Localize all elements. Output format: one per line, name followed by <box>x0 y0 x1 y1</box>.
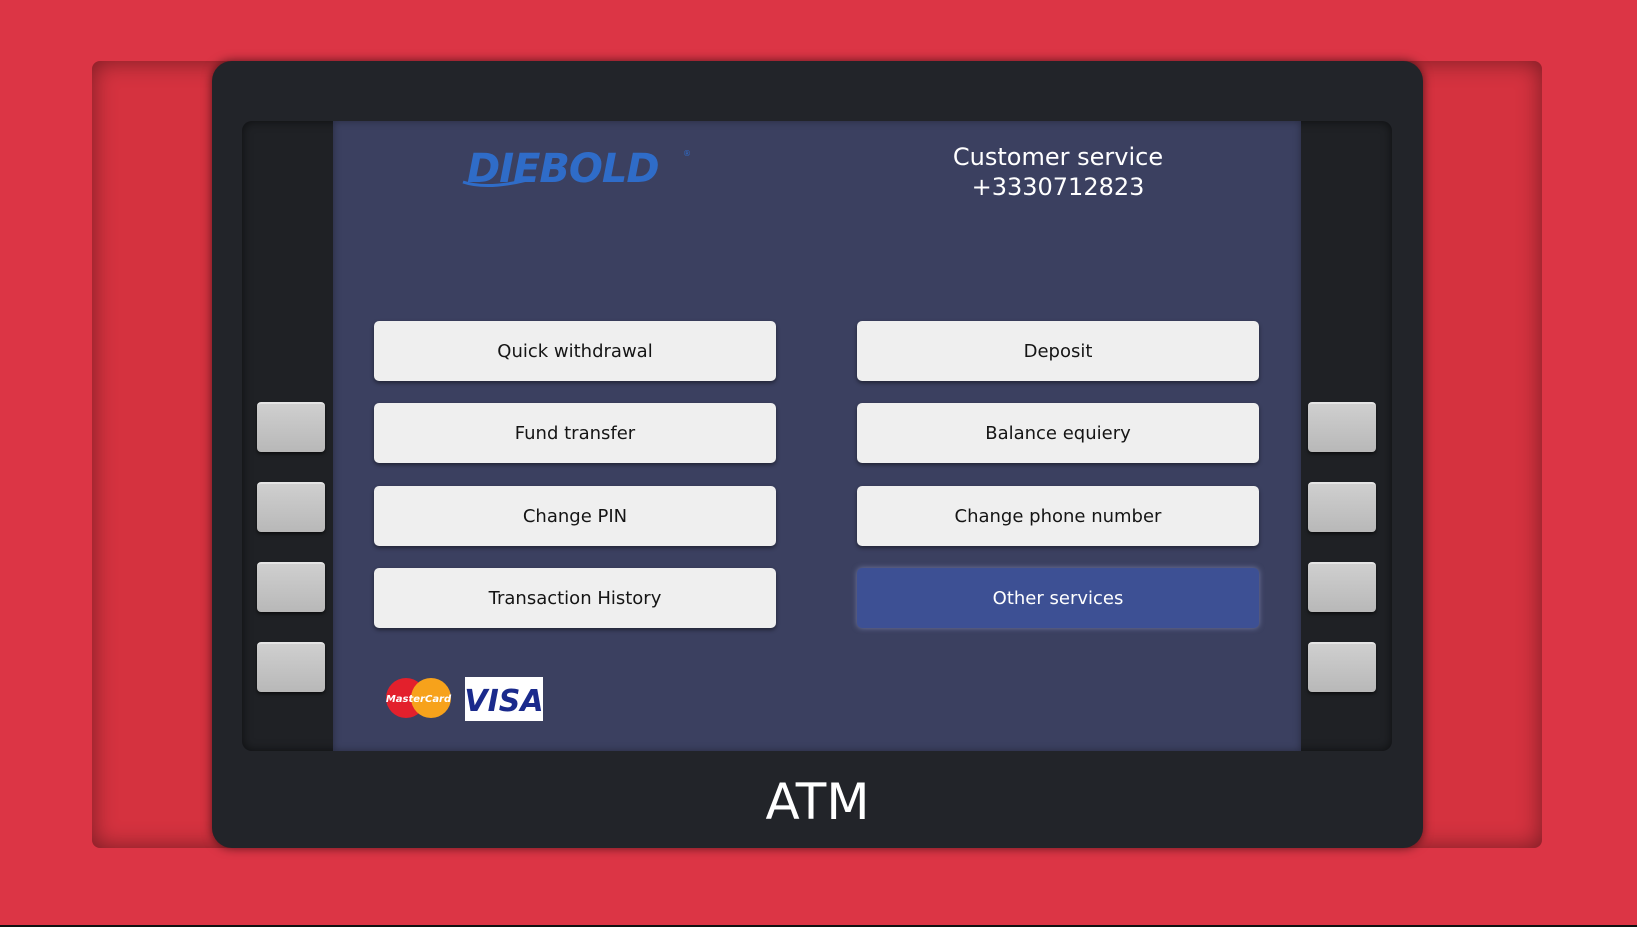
atm-label: ATM <box>765 773 870 831</box>
card-logos: MasterCard VISA <box>386 677 544 721</box>
right-side-key-1[interactable] <box>1308 402 1376 452</box>
change-phone-number-button[interactable]: Change phone number <box>857 486 1259 546</box>
fund-transfer-button[interactable]: Fund transfer <box>374 403 776 463</box>
svg-text:DIEBOLD: DIEBOLD <box>467 146 659 192</box>
right-side-key-2[interactable] <box>1308 482 1376 532</box>
mastercard-logo: MasterCard <box>386 678 452 718</box>
quick-withdrawal-button[interactable]: Quick withdrawal <box>374 321 776 381</box>
other-services-button[interactable]: Other services <box>857 568 1259 628</box>
customer-service-phone: +3330712823 <box>971 173 1145 201</box>
left-side-key-4[interactable] <box>257 642 325 692</box>
left-side-key-1[interactable] <box>257 402 325 452</box>
transaction-history-button[interactable]: Transaction History <box>374 568 776 628</box>
diebold-logo: DIEBOLD ® <box>462 146 691 192</box>
right-side-key-4[interactable] <box>1308 642 1376 692</box>
visa-logo: VISA <box>464 677 544 721</box>
svg-text:®: ® <box>683 149 691 158</box>
right-side-key-3[interactable] <box>1308 562 1376 612</box>
left-side-key-3[interactable] <box>257 562 325 612</box>
svg-text:VISA: VISA <box>464 684 543 719</box>
left-side-key-2[interactable] <box>257 482 325 532</box>
svg-text:MasterCard: MasterCard <box>386 694 452 705</box>
balance-enquiry-button[interactable]: Balance equiery <box>857 403 1259 463</box>
deposit-button[interactable]: Deposit <box>857 321 1259 381</box>
change-pin-button[interactable]: Change PIN <box>374 486 776 546</box>
customer-service-title: Customer service <box>952 143 1164 171</box>
